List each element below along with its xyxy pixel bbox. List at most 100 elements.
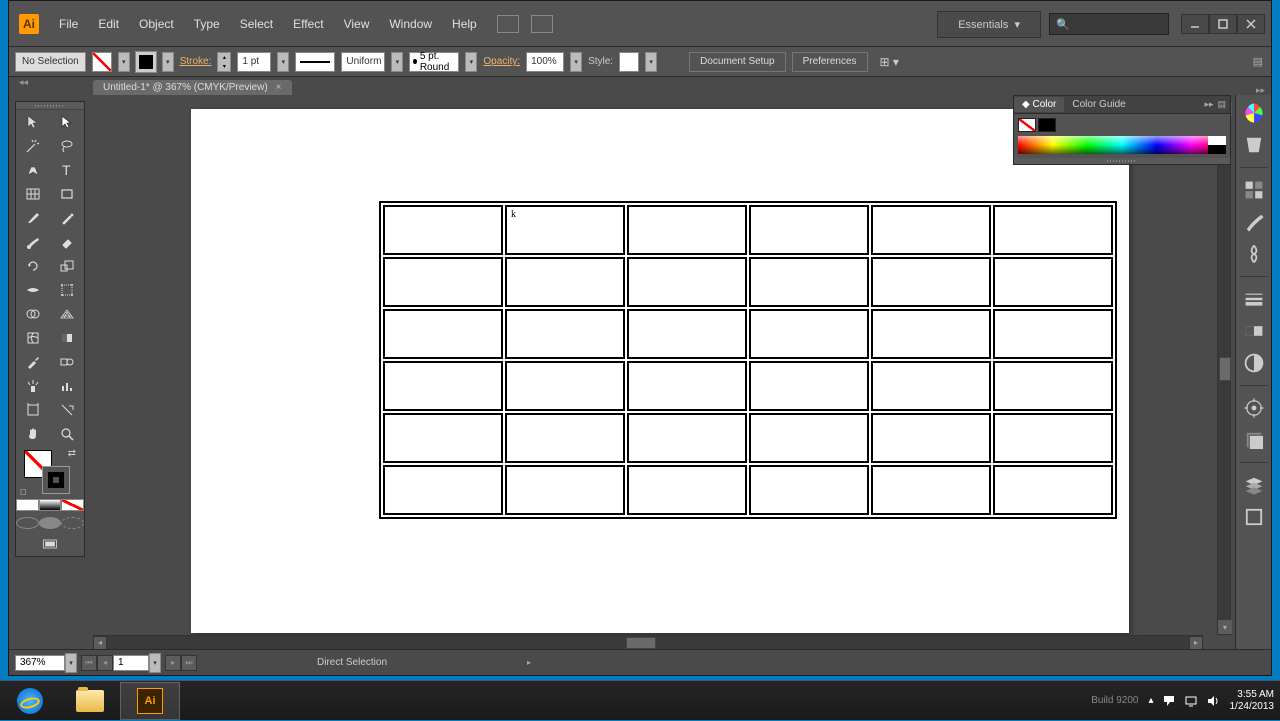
- scale-tool[interactable]: [50, 254, 84, 278]
- color-mode-none[interactable]: [61, 496, 84, 514]
- perspective-grid-tool[interactable]: [50, 302, 84, 326]
- panel-collapse-icon[interactable]: ▸▸: [1204, 99, 1213, 110]
- zoom-level[interactable]: 367%: [15, 655, 65, 671]
- last-artboard-icon[interactable]: ⏭: [181, 655, 197, 671]
- menu-select[interactable]: Select: [230, 3, 283, 45]
- color-spectrum[interactable]: [1018, 136, 1226, 154]
- opacity-dd[interactable]: ▾: [570, 52, 582, 72]
- stroke-swatch[interactable]: [136, 52, 156, 72]
- free-transform-tool[interactable]: [50, 278, 84, 302]
- opacity-value[interactable]: 100%: [526, 52, 564, 72]
- menu-edit[interactable]: Edit: [88, 3, 129, 45]
- profile-dd[interactable]: ▾: [391, 52, 403, 72]
- eyedropper-tool[interactable]: [16, 350, 50, 374]
- color-swatch-black[interactable]: [1038, 118, 1056, 132]
- blend-tool[interactable]: [50, 350, 84, 374]
- document-setup-button[interactable]: Document Setup: [689, 52, 786, 72]
- layers-panel-icon[interactable]: [1242, 473, 1266, 497]
- magic-wand-tool[interactable]: [16, 134, 50, 158]
- status-menu-icon[interactable]: ▸: [527, 658, 531, 667]
- draw-inside[interactable]: [61, 514, 84, 532]
- align-icon[interactable]: ⊞ ▾: [880, 55, 899, 69]
- stroke-color-box[interactable]: [42, 466, 70, 494]
- symbol-sprayer-tool[interactable]: [16, 374, 50, 398]
- panel-resize-grip[interactable]: [1014, 158, 1230, 164]
- tab-color-guide[interactable]: Color Guide: [1064, 97, 1133, 112]
- slice-tool[interactable]: [50, 398, 84, 422]
- system-clock[interactable]: 3:55 AM 1/24/2013: [1230, 689, 1275, 713]
- close-tab-icon[interactable]: ×: [276, 82, 282, 93]
- color-guide-icon[interactable]: [1242, 133, 1266, 157]
- vscroll-down-icon[interactable]: ▾: [1218, 620, 1232, 634]
- hscroll-right-icon[interactable]: ▸: [1189, 636, 1203, 650]
- graphic-styles-icon[interactable]: [1242, 428, 1266, 452]
- pencil-tool[interactable]: [50, 206, 84, 230]
- search-input[interactable]: 🔍: [1049, 13, 1169, 35]
- menu-view[interactable]: View: [334, 3, 380, 45]
- menu-type[interactable]: Type: [184, 3, 230, 45]
- appearance-panel-icon[interactable]: [1242, 396, 1266, 420]
- selection-tool[interactable]: [16, 110, 50, 134]
- tools-grip[interactable]: [16, 102, 84, 110]
- direct-selection-tool[interactable]: [50, 110, 84, 134]
- screen-mode-tool[interactable]: [16, 532, 84, 556]
- maximize-button[interactable]: [1209, 14, 1237, 34]
- color-panel-icon[interactable]: [1242, 101, 1266, 125]
- style-dd[interactable]: ▾: [645, 52, 657, 72]
- brush-dd[interactable]: ▾: [465, 52, 477, 72]
- hand-tool[interactable]: [16, 422, 50, 446]
- menu-file[interactable]: File: [49, 3, 88, 45]
- type-tool[interactable]: T: [50, 158, 84, 182]
- artboard[interactable]: k: [191, 109, 1129, 633]
- shape-builder-tool[interactable]: [16, 302, 50, 326]
- menu-help[interactable]: Help: [442, 3, 487, 45]
- options-menu-icon[interactable]: ▤: [1253, 55, 1263, 68]
- draw-behind[interactable]: [39, 514, 62, 532]
- rectangle-tool[interactable]: [50, 182, 84, 206]
- prev-artboard-icon[interactable]: ◂: [97, 655, 113, 671]
- hscroll-left-icon[interactable]: ◂: [93, 636, 107, 650]
- volume-icon[interactable]: [1206, 694, 1220, 708]
- swap-fill-stroke-icon[interactable]: ⇄: [68, 448, 76, 459]
- blob-brush-tool[interactable]: [16, 230, 50, 254]
- document-tab[interactable]: Untitled-1* @ 367% (CMYK/Preview) ×: [93, 80, 292, 95]
- fill-dropdown[interactable]: ▾: [118, 52, 130, 72]
- first-artboard-icon[interactable]: ⏮: [81, 655, 97, 671]
- next-artboard-icon[interactable]: ▸: [165, 655, 181, 671]
- gradient-panel-icon[interactable]: [1242, 319, 1266, 343]
- color-mode-gradient[interactable]: [39, 496, 62, 514]
- hscroll-thumb[interactable]: [626, 637, 656, 649]
- preferences-button[interactable]: Preferences: [792, 52, 868, 72]
- profile-preview[interactable]: [295, 52, 335, 72]
- brush-selector[interactable]: 5 pt. Round: [409, 52, 459, 72]
- bridge-icon[interactable]: [497, 15, 519, 33]
- fill-stroke-control[interactable]: ⇄ ◻: [16, 446, 84, 496]
- show-hidden-icon[interactable]: ▴: [1148, 695, 1153, 706]
- artboard-dd[interactable]: ▾: [149, 653, 161, 673]
- lasso-tool[interactable]: [50, 134, 84, 158]
- menu-window[interactable]: Window: [379, 3, 442, 45]
- brushes-icon[interactable]: [1242, 210, 1266, 234]
- taskbar-explorer[interactable]: [60, 682, 120, 720]
- zoom-tool[interactable]: [50, 422, 84, 446]
- symbols-icon[interactable]: [1242, 242, 1266, 266]
- arrange-docs-icon[interactable]: [531, 15, 553, 33]
- paintbrush-tool[interactable]: [16, 206, 50, 230]
- stroke-label[interactable]: Stroke:: [180, 56, 212, 67]
- profile-name[interactable]: Uniform: [341, 52, 385, 72]
- default-fill-stroke-icon[interactable]: ◻: [20, 487, 27, 496]
- taskbar-illustrator[interactable]: Ai: [120, 682, 180, 720]
- tab-color[interactable]: ◆ Color: [1014, 97, 1064, 112]
- stroke-dropdown[interactable]: ▾: [162, 52, 174, 72]
- vertical-scrollbar[interactable]: ▴ ▾: [1217, 101, 1231, 635]
- zoom-dd[interactable]: ▾: [65, 653, 77, 673]
- workspace-switcher[interactable]: Essentials ▾: [937, 11, 1041, 38]
- stroke-weight-dd[interactable]: ▾: [277, 52, 289, 72]
- vscroll-thumb[interactable]: [1219, 357, 1231, 381]
- horizontal-scrollbar[interactable]: ◂ ▸: [93, 635, 1203, 649]
- draw-normal[interactable]: [16, 514, 39, 532]
- network-icon[interactable]: [1184, 694, 1198, 708]
- menu-object[interactable]: Object: [129, 3, 184, 45]
- artboards-panel-icon[interactable]: [1242, 505, 1266, 529]
- panel-menu-icon[interactable]: ▤: [1217, 99, 1226, 110]
